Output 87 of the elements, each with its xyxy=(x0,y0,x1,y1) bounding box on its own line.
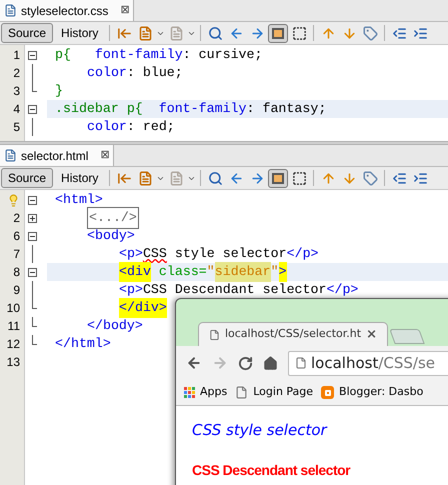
file-name: styleselector.css xyxy=(21,2,108,20)
line-number: 12 xyxy=(6,336,20,353)
fold-minus-icon[interactable] xyxy=(28,50,37,60)
file-name: selector.html xyxy=(21,148,88,164)
fold-minus-icon[interactable] xyxy=(28,196,37,204)
view-tab[interactable]: Source xyxy=(1,168,54,188)
file-icon xyxy=(4,149,17,162)
code-token: font-family xyxy=(94,46,183,64)
url-host: localhost xyxy=(311,352,378,374)
code-token: <body> xyxy=(87,227,135,246)
code-token: <div xyxy=(119,262,151,282)
line-number: 9 xyxy=(13,282,20,299)
code-token: " xyxy=(206,263,215,282)
fold-plus-icon[interactable] xyxy=(28,214,37,222)
fold-line-icon xyxy=(32,281,33,299)
view-tab[interactable]: Source xyxy=(1,23,54,43)
code-token: <p> xyxy=(119,281,143,300)
close-tab-button[interactable]: ⊠ xyxy=(120,2,130,19)
line-number: 13 xyxy=(6,354,20,371)
apps-grid-icon xyxy=(184,387,195,398)
tab-title: localhost/CSS/selector.ht xyxy=(224,326,362,342)
code-token: color xyxy=(87,64,127,82)
line-number: 2 xyxy=(13,210,20,227)
highlight-toggle[interactable] xyxy=(268,168,288,188)
code-token: </p> xyxy=(286,245,319,264)
bookmark-link[interactable]: Blogger: Dasbo xyxy=(321,384,424,401)
code-token: </p> xyxy=(326,281,358,300)
code-token: </body> xyxy=(87,317,143,336)
line-number: 8 xyxy=(13,264,20,281)
code-token: p{ xyxy=(55,46,71,64)
page-icon xyxy=(295,357,307,369)
file-tab[interactable]: selector.html ⊠ xyxy=(0,145,114,166)
code-token: : fantasy; xyxy=(246,100,326,118)
fold-line-icon xyxy=(32,64,33,82)
close-tab-button[interactable]: × xyxy=(366,324,377,344)
code-token: <.../> xyxy=(87,207,139,229)
page-icon xyxy=(235,386,248,399)
code-token: .sidebar p{ xyxy=(55,100,143,118)
line-number: 11 xyxy=(8,318,20,335)
highlight-toggle[interactable] xyxy=(268,24,288,42)
fold-minus-icon[interactable] xyxy=(28,268,37,276)
reload-icon[interactable] xyxy=(238,356,253,370)
home-icon[interactable] xyxy=(263,356,278,370)
view-tab[interactable]: History xyxy=(54,23,106,43)
code-token: <p> xyxy=(119,245,143,264)
code-token: font-family xyxy=(158,100,247,118)
code-token: </div> xyxy=(119,298,167,318)
code-token: class= xyxy=(158,263,207,282)
code-token: > xyxy=(278,262,287,282)
address-bar[interactable]: localhost/CSS/se xyxy=(288,350,448,376)
code-token: } xyxy=(55,82,63,100)
line-number: 2 xyxy=(13,65,20,82)
url-path: /CSS/se xyxy=(378,352,436,374)
page-paragraph: CSS Descendant selector xyxy=(192,460,352,480)
browser-tab[interactable]: localhost/CSS/selector.ht × xyxy=(198,322,388,346)
line-number: 10 xyxy=(6,300,20,317)
code-token: <html> xyxy=(55,191,103,210)
file-tab[interactable]: styleselector.css ⊠ xyxy=(0,0,134,21)
code-token: : red; xyxy=(126,118,175,136)
code-token: </html> xyxy=(55,335,111,354)
line-number: 6 xyxy=(13,228,20,245)
fold-line-icon xyxy=(32,118,33,136)
code-token: sidebar xyxy=(214,262,271,282)
code-token: : cursive; xyxy=(182,46,262,64)
line-number: 1 xyxy=(13,47,20,64)
fold-minus-icon[interactable] xyxy=(28,104,37,114)
bookmark-link[interactable]: Apps xyxy=(184,384,228,401)
code-token: CSS xyxy=(142,245,167,264)
code-token: " xyxy=(270,263,279,282)
line-number: 7 xyxy=(13,246,20,263)
blogger-logo-icon xyxy=(321,386,334,399)
page-paragraph: CSS style selector xyxy=(192,420,328,441)
line-number: 5 xyxy=(13,119,20,136)
fold-minus-icon[interactable] xyxy=(28,232,37,240)
code-token: : blue; xyxy=(126,64,183,82)
bookmark-link[interactable]: Login Page xyxy=(235,384,314,401)
code-token: CSS Descendant selector xyxy=(142,281,326,300)
fold-end-icon xyxy=(32,82,37,92)
close-tab-button[interactable]: ⊠ xyxy=(100,147,110,164)
page-icon xyxy=(209,328,220,340)
view-tab[interactable]: History xyxy=(54,168,106,188)
line-number: 3 xyxy=(13,83,20,100)
fold-line-icon xyxy=(32,245,33,263)
line-number: 4 xyxy=(13,101,20,118)
code-token: color xyxy=(87,118,127,136)
code-token: style selector xyxy=(174,245,287,264)
file-icon xyxy=(4,4,17,17)
